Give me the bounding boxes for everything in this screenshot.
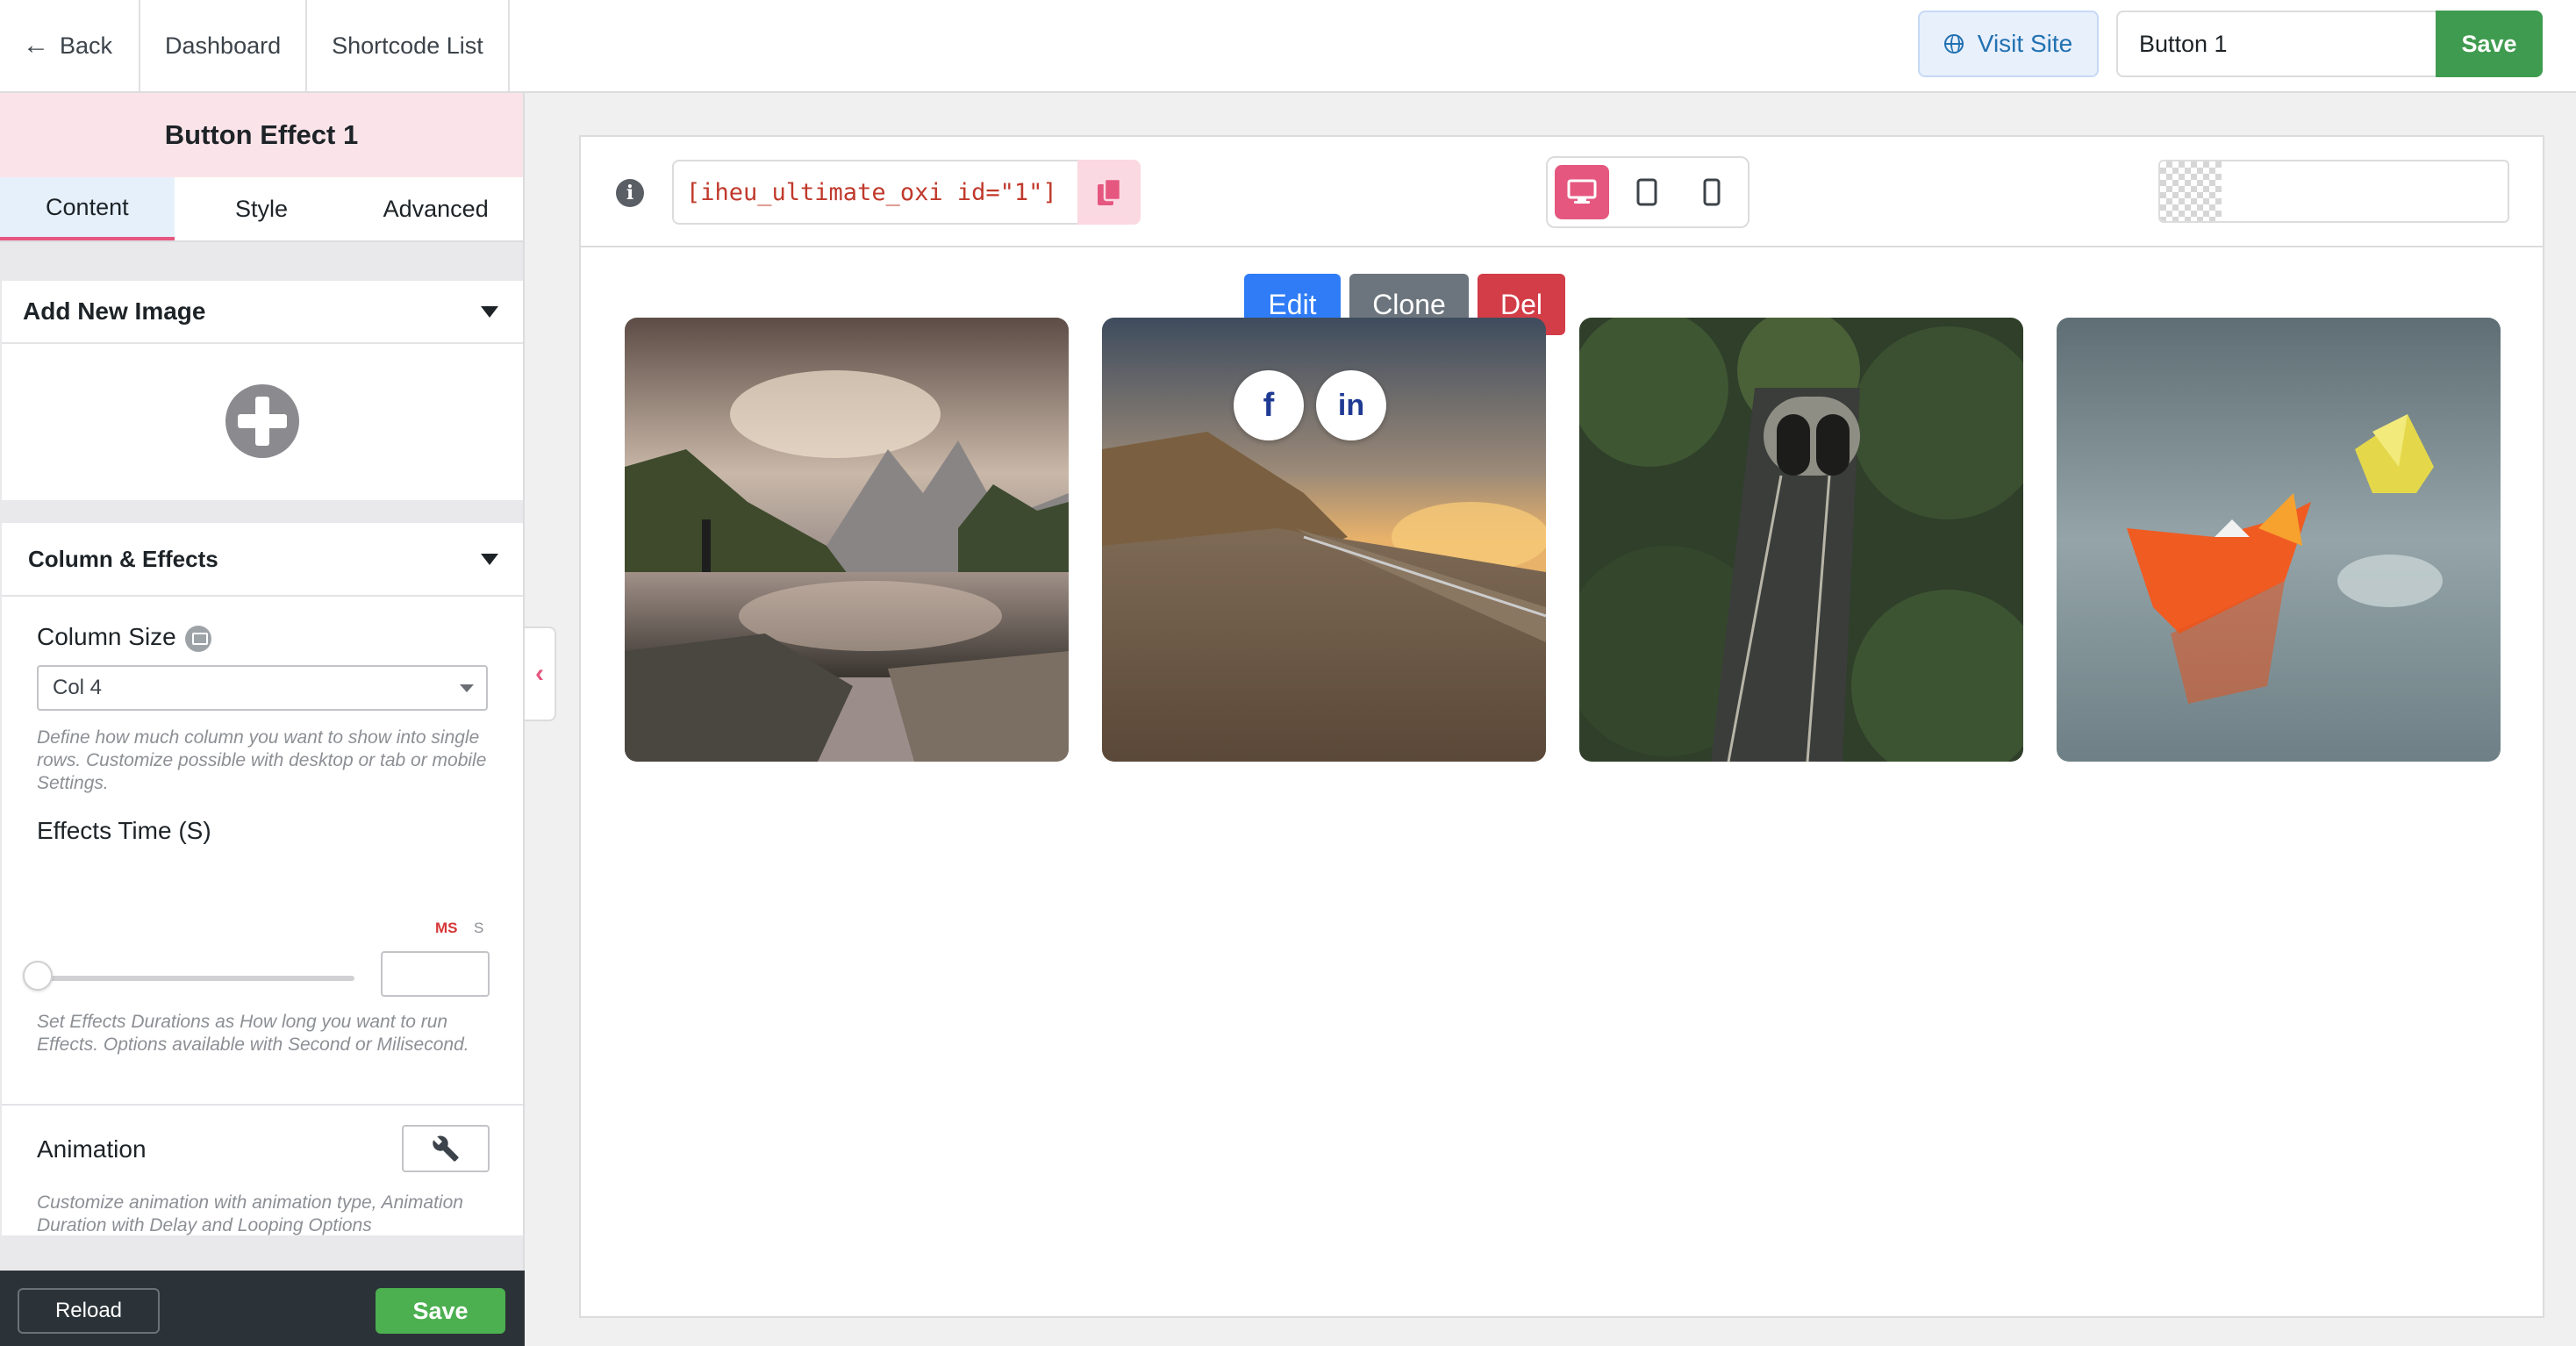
add-image-title: Add New Image: [23, 297, 206, 325]
settings-panel: Button Effect 1 Content Style Advanced A…: [0, 93, 525, 1346]
add-image-section: Add New Image: [2, 281, 523, 500]
caret-down-icon: [481, 305, 498, 318]
paper-boats-image: [2057, 318, 2501, 762]
facebook-icon[interactable]: f: [1234, 370, 1304, 440]
background-color-picker[interactable]: [2158, 160, 2509, 223]
desktop-view-button[interactable]: [1555, 165, 1609, 219]
effects-time-label: Effects Time (S): [37, 817, 211, 844]
top-nav: ← Back Dashboard Shortcode List: [0, 0, 510, 91]
mobile-view-button[interactable]: [1685, 165, 1739, 219]
caret-down-icon: [481, 553, 498, 565]
animation-description: Customize animation with animation type,…: [37, 1192, 463, 1235]
arrow-left-icon: ←: [23, 31, 49, 60]
desktop-icon: [1567, 179, 1597, 204]
top-save-button[interactable]: Save: [2436, 11, 2543, 77]
animation-settings-button[interactable]: [402, 1125, 490, 1172]
gallery-image-forest-tunnel[interactable]: [1579, 318, 2023, 762]
panel-tabs: Content Style Advanced: [0, 177, 523, 242]
column-size-description: Define how much column you want to show …: [37, 727, 487, 793]
collapse-panel-toggle[interactable]: ‹: [525, 626, 556, 721]
nav-shortcode-list[interactable]: Shortcode List: [307, 0, 510, 91]
add-image-header[interactable]: Add New Image: [2, 281, 523, 344]
panel-title: Button Effect 1: [0, 93, 523, 177]
mobile-icon: [1703, 178, 1721, 206]
unit-ms-toggle[interactable]: MS: [435, 920, 458, 937]
column-effects-section: Column & Effects Column Size Col 4 Defin…: [2, 523, 523, 1235]
back-label: Back: [60, 32, 113, 59]
unit-s-toggle[interactable]: S: [474, 920, 483, 937]
panel-footer: Reload Save: [0, 1271, 525, 1346]
back-link[interactable]: ← Back: [0, 0, 141, 91]
preview-area: i [iheu_ultimate_oxi id="1"] Edit Clone …: [579, 135, 2544, 1318]
animation-row: Animation Customize animation with anima…: [2, 1106, 523, 1235]
tab-advanced[interactable]: Advanced: [348, 177, 523, 240]
column-effects-title: Column & Effects: [28, 545, 218, 572]
column-size-label: Column Size: [37, 623, 211, 652]
info-icon[interactable]: i: [616, 179, 644, 207]
transparent-swatch: [2160, 161, 2222, 221]
effects-time-slider-thumb[interactable]: [23, 961, 53, 991]
forest-tunnel-image: [1579, 318, 2023, 762]
column-effects-header[interactable]: Column & Effects: [2, 523, 523, 597]
effects-time-description: Set Effects Durations as How long you wa…: [37, 1012, 469, 1055]
mountain-lake-image: [625, 318, 1069, 762]
copy-shortcode-button[interactable]: [1077, 160, 1141, 225]
tab-style[interactable]: Style: [175, 177, 349, 240]
visit-site-button[interactable]: Visit Site: [1918, 11, 2099, 77]
visit-site-label: Visit Site: [1977, 30, 2073, 57]
nav-dashboard[interactable]: Dashboard: [140, 0, 308, 91]
top-bar: ← Back Dashboard Shortcode List Visit Si…: [0, 0, 2576, 93]
tablet-view-button[interactable]: [1620, 165, 1674, 219]
column-size-label-text: Column Size: [37, 623, 176, 650]
gallery-image-paper-boats[interactable]: [2057, 318, 2501, 762]
tablet-icon: [1636, 178, 1657, 206]
effects-time-input[interactable]: [381, 951, 490, 997]
monitor-icon[interactable]: [184, 625, 211, 652]
animation-label: Animation: [37, 1135, 147, 1163]
tab-content[interactable]: Content: [0, 177, 175, 240]
device-switcher: [1546, 156, 1750, 228]
column-size-value: Col 4: [53, 676, 103, 699]
gallery-image-mountain-lake[interactable]: [625, 318, 1069, 762]
shortcode-name-input[interactable]: [2116, 11, 2436, 77]
column-size-select[interactable]: Col 4: [37, 665, 488, 711]
chevron-down-icon: [460, 684, 474, 692]
shortcode-display[interactable]: [iheu_ultimate_oxi id="1"]: [672, 160, 1079, 225]
globe-icon: [1943, 34, 1964, 54]
wrench-icon: [433, 1135, 459, 1162]
linkedin-icon[interactable]: in: [1316, 370, 1386, 440]
add-image-area: [2, 344, 523, 498]
plus-circle-icon[interactable]: [225, 384, 299, 458]
chevron-left-icon: ‹: [535, 659, 544, 688]
reload-button[interactable]: Reload: [18, 1288, 160, 1334]
copy-icon: [1098, 177, 1122, 205]
preview-toolbar: i [iheu_ultimate_oxi id="1"]: [581, 137, 2543, 247]
effects-time-slider-track[interactable]: [37, 976, 354, 981]
panel-save-button[interactable]: Save: [376, 1288, 505, 1334]
